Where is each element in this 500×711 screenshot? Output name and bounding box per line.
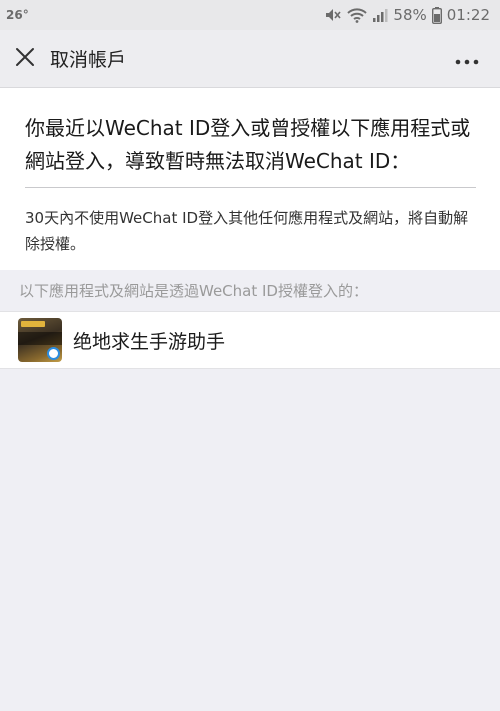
close-icon: [15, 47, 35, 71]
temperature: 26°: [6, 8, 29, 22]
nav-bar: 取消帳戶: [0, 30, 500, 88]
notice-note: 30天內不使用WeChat ID登入其他任何應用程式及網站，將自動解除授權。: [25, 209, 469, 253]
close-button[interactable]: [8, 42, 42, 76]
app-name: 绝地求生手游助手: [73, 330, 226, 353]
wifi-icon: [347, 7, 368, 23]
more-button[interactable]: [450, 43, 484, 75]
notice-card: 你最近以WeChat ID登入或曾授權以下應用程式或網站登入，導致暫時無法取消W…: [0, 88, 500, 270]
divider: [25, 187, 476, 188]
battery-percent: 58%: [393, 6, 427, 24]
app-icon: [18, 318, 62, 362]
section-label: 以下應用程式及網站是透過WeChat ID授權登入的：: [19, 282, 368, 300]
more-icon: [455, 50, 479, 69]
list-item[interactable]: 绝地求生手游助手: [0, 311, 500, 369]
status-bar: 26° 58% 01:22: [0, 0, 500, 30]
notice-heading: 你最近以WeChat ID登入或曾授權以下應用程式或網站登入，導致暫時無法取消W…: [25, 116, 471, 173]
page-title: 取消帳戶: [50, 49, 127, 71]
signal-icon: [372, 7, 388, 23]
mute-icon: [324, 7, 342, 23]
clock: 01:22: [446, 6, 490, 24]
status-icons: 58% 01:22: [324, 6, 490, 24]
battery-icon: [431, 6, 442, 24]
